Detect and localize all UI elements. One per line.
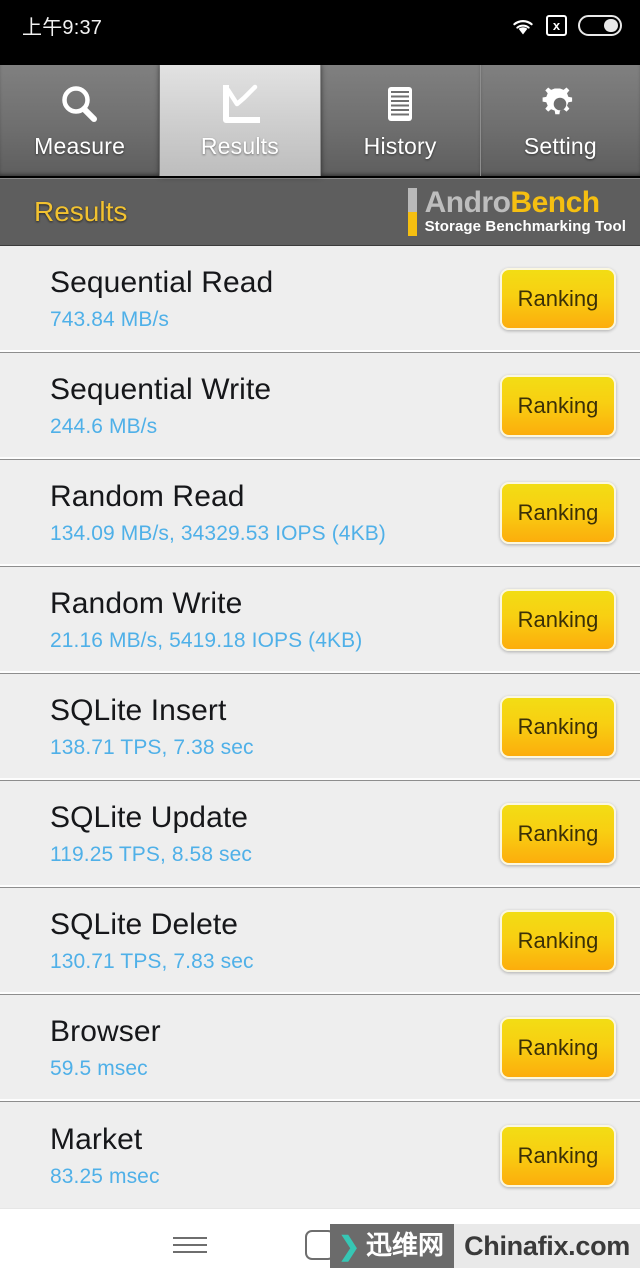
tab-measure-label: Measure — [34, 133, 126, 159]
result-row-text: SQLite Insert 138.71 TPS, 7.38 sec — [50, 694, 254, 760]
result-value: 138.71 TPS, 7.38 sec — [50, 736, 254, 759]
result-row[interactable]: Browser 59.5 msec Ranking — [0, 995, 640, 1102]
tab-setting[interactable]: Setting — [480, 65, 640, 176]
result-value: 59.5 msec — [50, 1057, 148, 1080]
result-row-text: Random Write 21.16 MB/s, 5419.18 IOPS (4K… — [50, 587, 362, 653]
androbench-logo: AndroBench Storage Benchmarking Tool — [407, 185, 626, 237]
result-title: Random Read — [50, 480, 245, 513]
ranking-button[interactable]: Ranking — [500, 375, 616, 437]
result-row-text: SQLite Delete 130.71 TPS, 7.83 sec — [50, 908, 254, 974]
result-row[interactable]: SQLite Update 119.25 TPS, 8.58 sec Ranking — [0, 781, 640, 888]
result-row[interactable]: Sequential Write 244.6 MB/s Ranking — [0, 353, 640, 460]
ranking-button[interactable]: Ranking — [500, 1124, 616, 1187]
result-title: Sequential Read — [50, 266, 274, 299]
result-value: 244.6 MB/s — [50, 415, 158, 438]
ranking-button[interactable]: Ranking — [500, 268, 616, 330]
logo-name-part1: Andro — [424, 185, 511, 219]
result-row-text: Market 83.25 msec — [50, 1123, 160, 1189]
result-value: 743.84 MB/s — [50, 308, 169, 331]
status-time: 上午9:37 — [22, 17, 103, 39]
watermark-site-text: Chinafix.com — [454, 1224, 640, 1268]
ranking-button[interactable]: Ranking — [500, 589, 616, 651]
logo-name: AndroBench — [424, 185, 626, 219]
logo-text: AndroBench Storage Benchmarking Tool — [424, 185, 626, 237]
gear-icon — [537, 81, 583, 129]
result-title: Market — [50, 1122, 143, 1156]
status-icons: x — [511, 15, 622, 36]
result-row-text: SQLite Update 119.25 TPS, 8.58 sec — [50, 801, 252, 867]
result-value: 21.16 MB/s, 5419.18 IOPS (4KB) — [50, 629, 363, 652]
page-title: Results — [34, 196, 128, 227]
menu-icon[interactable] — [160, 1215, 220, 1275]
result-title: SQLite Update — [50, 801, 249, 834]
result-title: SQLite Delete — [50, 908, 239, 941]
chart-icon — [217, 81, 263, 129]
result-row-text: Sequential Read 743.84 MB/s — [50, 266, 273, 332]
tab-measure[interactable]: Measure — [0, 65, 161, 176]
wifi-icon — [511, 16, 535, 36]
tab-history-label: History — [363, 133, 437, 159]
result-row-text: Browser 59.5 msec — [50, 1015, 161, 1081]
tab-results[interactable]: Results — [160, 65, 321, 176]
result-value: 134.09 MB/s, 34329.53 IOPS (4KB) — [50, 522, 386, 545]
result-value: 83.25 msec — [50, 1164, 160, 1188]
result-value: 130.71 TPS, 7.83 sec — [50, 950, 254, 973]
result-value: 119.25 TPS, 8.58 sec — [50, 843, 253, 866]
ranking-button[interactable]: Ranking — [500, 696, 616, 758]
result-row[interactable]: Sequential Read 743.84 MB/s Ranking — [0, 246, 640, 353]
result-row-text: Sequential Write 244.6 MB/s — [50, 373, 271, 439]
result-title: SQLite Insert — [50, 694, 227, 727]
result-row[interactable]: Random Read 134.09 MB/s, 34329.53 IOPS (4… — [0, 460, 640, 567]
tab-results-label: Results — [200, 133, 279, 159]
result-row[interactable]: SQLite Delete 130.71 TPS, 7.83 sec Ranking — [0, 888, 640, 995]
tab-history[interactable]: History — [320, 65, 481, 176]
status-bar: 上午9:37 x — [0, 0, 640, 65]
ranking-button[interactable]: Ranking — [500, 803, 616, 865]
logo-bar-icon — [407, 187, 417, 237]
results-list: Sequential Read 743.84 MB/s Ranking Sequent… — [0, 246, 640, 1209]
logo-subtitle: Storage Benchmarking Tool — [424, 217, 626, 235]
ranking-button[interactable]: Ranking — [500, 482, 616, 544]
watermark-overlay: ❯ 迅维网 Chinafix.com — [330, 1224, 640, 1268]
battery-icon — [578, 15, 622, 36]
result-title: Sequential Write — [50, 373, 272, 406]
chevron-right-icon: ❯ — [338, 1231, 361, 1261]
watermark-chinese-text: 迅维网 — [366, 1231, 445, 1261]
result-title: Random Write — [50, 587, 243, 620]
logo-name-part2: Bench — [510, 185, 600, 219]
ranking-button[interactable]: Ranking — [500, 1017, 616, 1079]
tab-bar: Measure Results History Setting — [0, 65, 640, 178]
phone-screen: 上午9:37 x Measure Results History Setting… — [0, 0, 640, 1280]
no-sim-icon: x — [546, 15, 567, 36]
system-navigation-bar: ❯ 迅维网 Chinafix.com — [0, 1208, 640, 1280]
result-row[interactable]: Random Write 21.16 MB/s, 5419.18 IOPS (4K… — [0, 567, 640, 674]
result-title: Browser — [50, 1015, 161, 1048]
document-icon — [377, 81, 423, 129]
result-row-text: Random Read 134.09 MB/s, 34329.53 IOPS (4… — [50, 480, 386, 546]
result-row[interactable]: Market 83.25 msec Ranking — [0, 1102, 640, 1209]
page-header: Results AndroBench Storage Benchmarking … — [0, 178, 640, 246]
search-icon — [57, 81, 103, 129]
result-row[interactable]: SQLite Insert 138.71 TPS, 7.38 sec Ranking — [0, 674, 640, 781]
watermark-left: ❯ 迅维网 — [330, 1224, 455, 1268]
tab-setting-label: Setting — [523, 133, 597, 159]
ranking-button[interactable]: Ranking — [500, 910, 616, 972]
